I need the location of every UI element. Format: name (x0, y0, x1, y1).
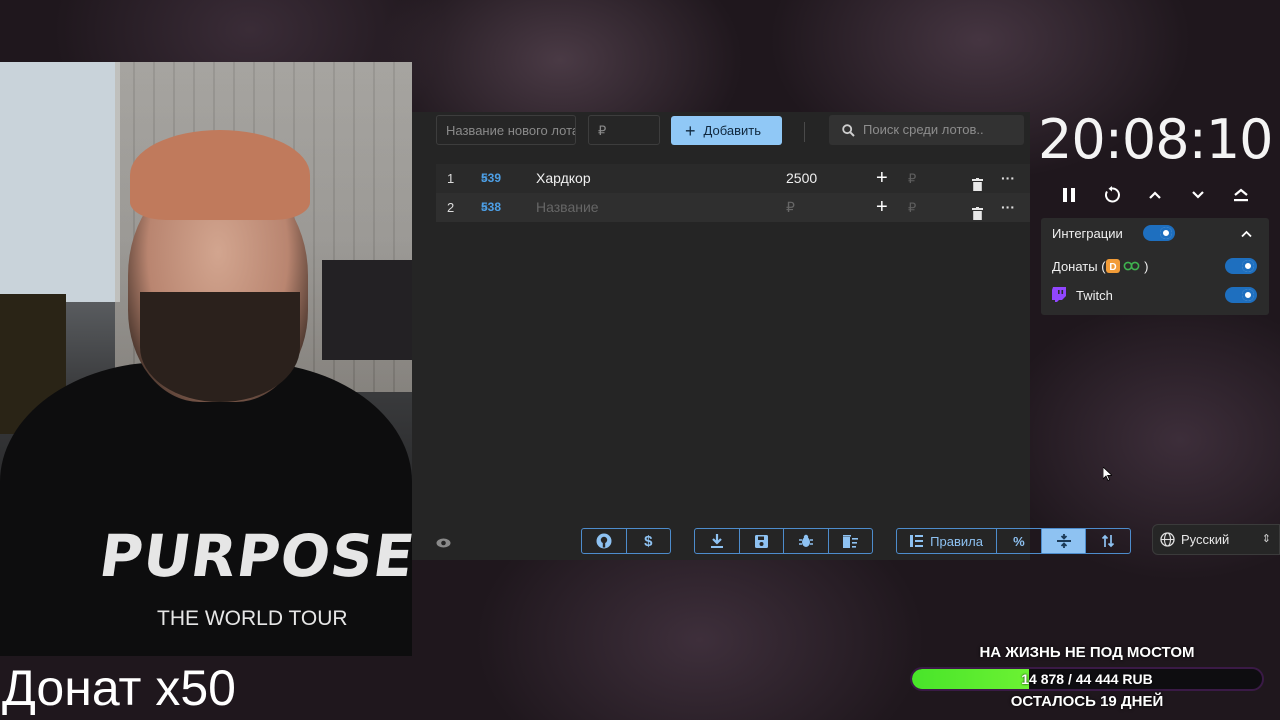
clear-lots-button[interactable] (829, 529, 873, 553)
github-icon (596, 533, 612, 549)
list-icon (910, 535, 924, 547)
sort-icon (1102, 534, 1115, 548)
add-amount-input[interactable]: ₽ (908, 193, 916, 222)
search-icon (842, 124, 855, 137)
eye-icon[interactable] (436, 535, 451, 553)
pause-icon (1063, 188, 1075, 202)
download-icon (710, 534, 723, 548)
select-arrows-icon: ⇕ (1261, 533, 1271, 545)
language-select[interactable]: Русский ⇕ (1152, 524, 1280, 555)
search-lots-input[interactable]: Поиск среди лотов.. (829, 115, 1024, 145)
background-figure (322, 260, 412, 360)
twitch-toggle[interactable] (1225, 287, 1257, 303)
more-options-icon[interactable]: ··· (1001, 164, 1015, 193)
donations-toggle[interactable] (1225, 258, 1257, 274)
subtract-time-button[interactable] (1185, 182, 1211, 208)
reset-icon (1105, 186, 1120, 203)
add-time-button[interactable] (1142, 182, 1168, 208)
links-button-group: $ (581, 528, 671, 554)
lot-number: 1 (447, 171, 455, 186)
lot-row: 1 #539 Хардкор 2500 + ₽ ··· (436, 164, 1030, 193)
add-amount-icon[interactable]: + (876, 193, 888, 222)
delete-icon[interactable] (972, 201, 983, 230)
bug-report-button[interactable] (784, 529, 829, 553)
integrations-title: Интеграции (1052, 226, 1123, 241)
twitch-label: Twitch (1076, 288, 1113, 303)
chevron-up-icon (1149, 191, 1161, 199)
bug-icon (798, 534, 813, 547)
goal-remaining: ОСТАЛОСЬ 19 ДНЕЙ (1010, 693, 1164, 710)
lot-row: 2 #538 Название ₽ + ₽ ··· (436, 193, 1030, 222)
donations-label-text: Донаты ( (1052, 259, 1106, 274)
link-icon (1123, 261, 1139, 271)
chevron-down-icon (1192, 191, 1204, 199)
reset-timer-button[interactable] (1099, 182, 1125, 208)
svg-text:D: D (1109, 262, 1116, 273)
lot-id-value: 538 (481, 200, 502, 214)
plus-icon: + (685, 121, 696, 141)
lot-name-input[interactable]: Название (536, 193, 599, 222)
background-window (0, 62, 120, 302)
double-time-button[interactable] (1228, 182, 1254, 208)
add-amount-input[interactable]: ₽ (908, 164, 916, 193)
streamer-cap (130, 130, 310, 220)
save-icon (754, 534, 768, 548)
integrations-toggle[interactable] (1143, 225, 1175, 241)
delete-sweep-icon (842, 534, 858, 548)
lot-number: 2 (447, 200, 455, 215)
double-chevron-up-icon (1234, 188, 1248, 202)
shirt-print: PURPOSE (95, 522, 412, 590)
compress-icon (1056, 534, 1071, 548)
github-button[interactable] (582, 529, 627, 553)
compact-view-button[interactable] (1041, 529, 1087, 553)
lot-amount-input[interactable]: 2500 (786, 164, 817, 193)
new-lot-amount-input[interactable]: ₽ (588, 115, 660, 145)
percent-icon: % (1013, 533, 1025, 549)
percent-button[interactable]: % (997, 529, 1042, 553)
save-button[interactable] (740, 529, 784, 553)
donate-dollar-button[interactable]: $ (627, 529, 671, 553)
donations-label-end: ) (1140, 259, 1149, 274)
streamer-beard (140, 292, 300, 402)
mouse-cursor-icon (1102, 466, 1114, 486)
webcam-feed: PURPOSE THE WORLD TOUR (0, 62, 412, 656)
lot-name-input[interactable]: Хардкор (536, 164, 591, 193)
shirt-subprint: THE WORLD TOUR (157, 607, 348, 630)
rules-button[interactable]: Правила (897, 529, 998, 553)
auction-app: Название нового лота ₽ + Добавить Поиск с… (412, 112, 1131, 560)
view-button-group: Правила % (896, 528, 1131, 554)
donationalerts-icon: D (1105, 259, 1120, 273)
new-lot-name-input[interactable]: Название нового лота (436, 115, 576, 145)
search-placeholder: Поиск среди лотов.. (863, 122, 984, 137)
dollar-icon: $ (644, 532, 653, 550)
rules-label: Правила (930, 533, 983, 549)
goal-progress-text: 14 878 / 44 444 RUB (1021, 671, 1153, 687)
lot-amount-input[interactable]: ₽ (786, 193, 795, 222)
pause-button[interactable] (1056, 182, 1082, 208)
goal-title: НА ЖИЗНЬ НЕ ПОД МОСТОМ (979, 644, 1195, 661)
add-amount-icon[interactable]: + (876, 164, 888, 193)
globe-icon (1160, 532, 1175, 547)
sort-button[interactable] (1086, 529, 1130, 553)
language-selected: Русский (1181, 532, 1230, 547)
twitch-icon (1052, 287, 1066, 305)
goal-progress-bar: 14 878 / 44 444 RUB (910, 667, 1264, 691)
donation-multiplier-text: Донат x50 (2, 660, 236, 716)
auction-timer: 20:08:10 (1038, 108, 1274, 171)
more-options-icon[interactable]: ··· (1001, 193, 1015, 222)
toolbar-divider (804, 122, 805, 142)
add-lot-label: Добавить (703, 123, 761, 138)
donations-label: Донаты (D ) (1052, 259, 1149, 274)
collapse-chevron-icon[interactable] (1241, 226, 1252, 241)
add-lot-button[interactable]: + Добавить (671, 116, 782, 145)
lot-id-value: 539 (481, 171, 502, 185)
data-button-group (694, 528, 873, 554)
download-button[interactable] (695, 529, 740, 553)
integrations-panel: Интеграции Донаты (D ) Twitch (1041, 218, 1269, 315)
